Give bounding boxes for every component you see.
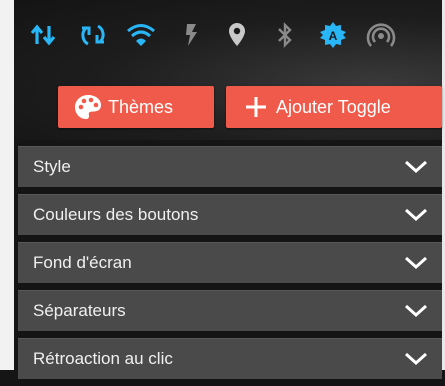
svg-text:A: A xyxy=(329,29,338,43)
section-button-colors[interactable]: Couleurs des boutons xyxy=(18,194,442,235)
auto-brightness-icon[interactable]: A xyxy=(316,18,350,52)
section-style[interactable]: Style xyxy=(18,146,442,187)
section-label: Séparateurs xyxy=(33,301,126,320)
palette-icon xyxy=(68,94,108,120)
themes-label: Thèmes xyxy=(108,96,174,117)
section-label: Fond d'écran xyxy=(33,253,132,272)
chevron-down-icon[interactable] xyxy=(402,253,430,273)
chevron-down-icon[interactable] xyxy=(402,205,430,225)
flash-icon[interactable] xyxy=(174,18,208,52)
location-icon[interactable] xyxy=(220,18,254,52)
rotation-icon[interactable] xyxy=(76,18,110,52)
section-separators[interactable]: Séparateurs xyxy=(18,290,442,331)
add-toggle-label: Ajouter Toggle xyxy=(276,96,391,117)
settings-sections: Style Couleurs des boutons Fond d'écran … xyxy=(18,146,442,386)
add-toggle-button[interactable]: Ajouter Toggle xyxy=(226,86,442,128)
data-sync-icon[interactable] xyxy=(26,18,60,52)
chevron-down-icon[interactable] xyxy=(402,301,430,321)
hotspot-icon[interactable] xyxy=(364,18,398,52)
plus-icon xyxy=(236,96,276,118)
section-label: Style xyxy=(33,157,71,176)
chevron-down-icon[interactable] xyxy=(402,349,430,369)
section-label: Rétroaction au clic xyxy=(33,349,173,368)
section-wallpaper[interactable]: Fond d'écran xyxy=(18,242,442,283)
section-label: Couleurs des boutons xyxy=(33,205,199,224)
wifi-icon[interactable] xyxy=(124,18,158,52)
themes-button[interactable]: Thèmes xyxy=(58,86,214,128)
bluetooth-icon[interactable] xyxy=(268,18,302,52)
chevron-down-icon[interactable] xyxy=(402,157,430,177)
section-click-feedback[interactable]: Rétroaction au clic xyxy=(18,338,442,379)
left-edge xyxy=(0,0,14,370)
